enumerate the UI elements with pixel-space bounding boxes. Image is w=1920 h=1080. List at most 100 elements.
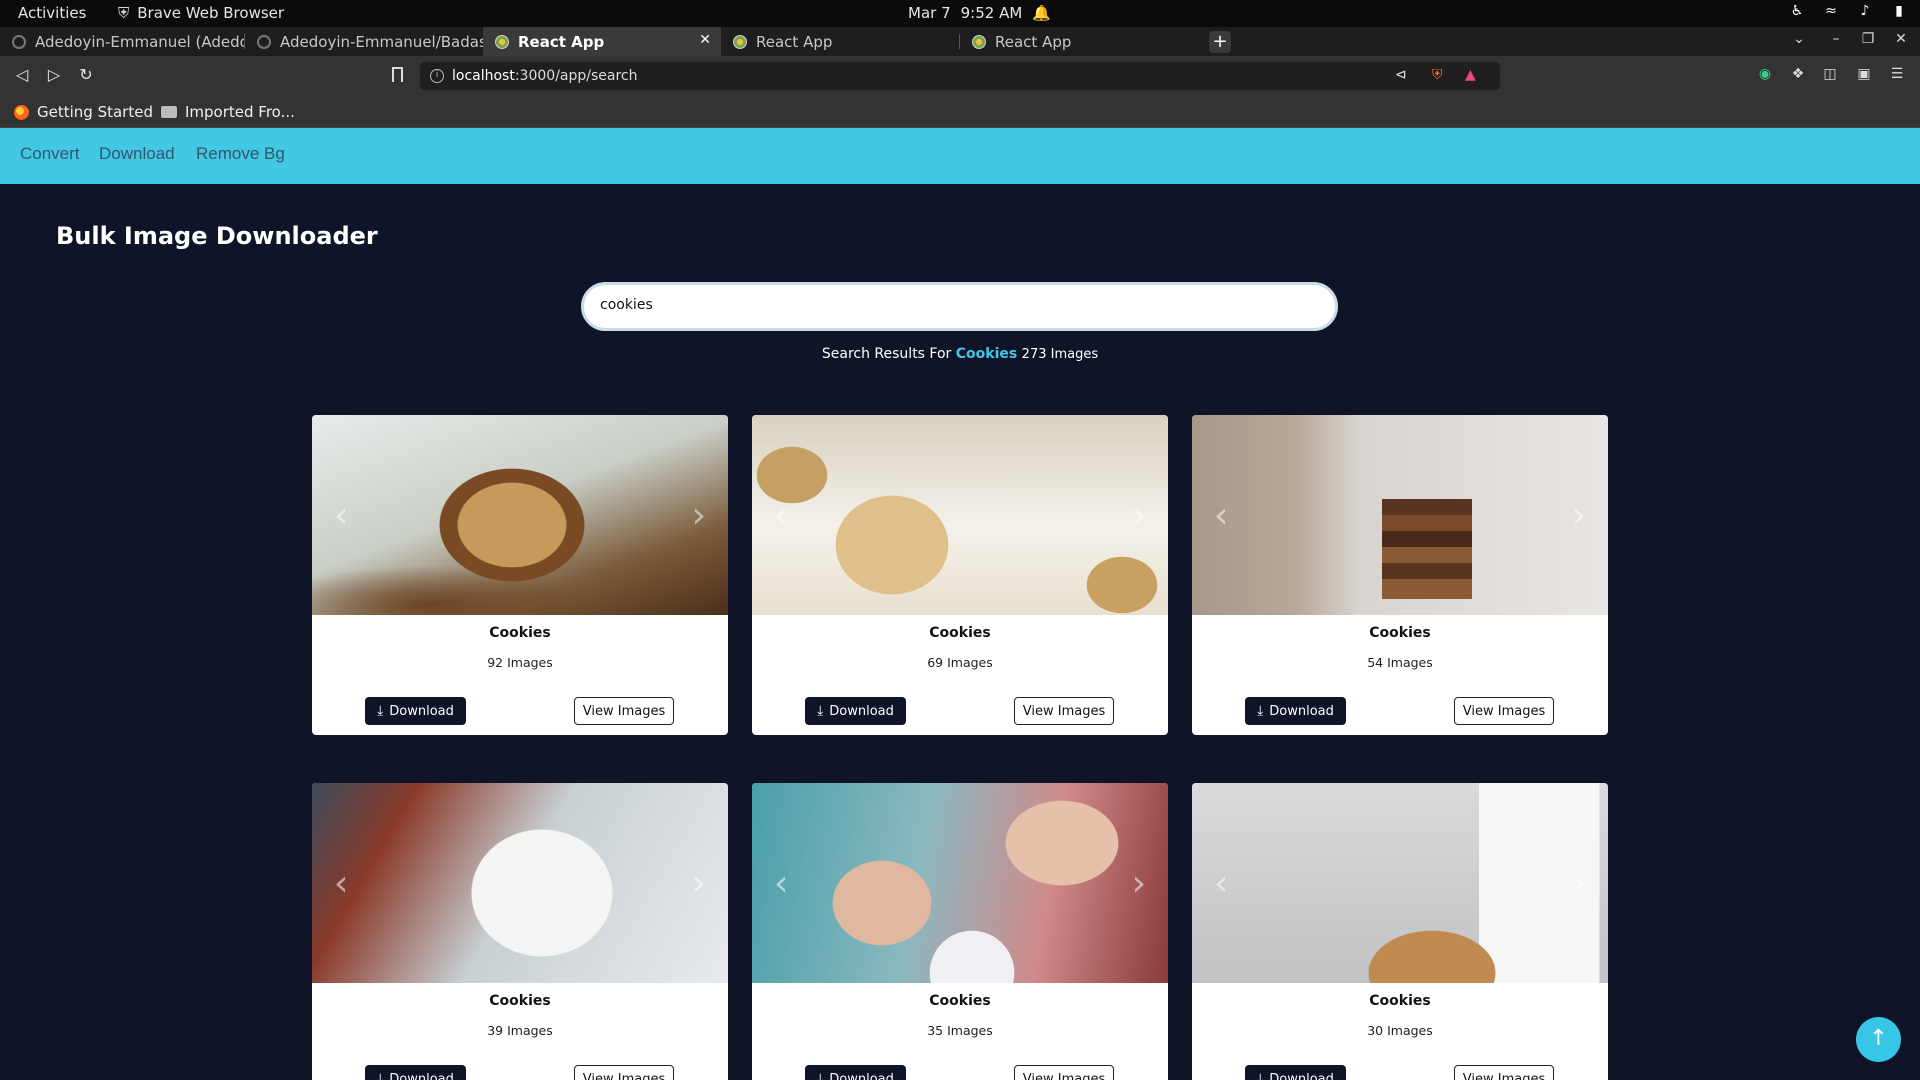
carousel-prev-icon[interactable]: ‹: [334, 495, 348, 536]
menu-icon[interactable]: ☰: [1888, 66, 1906, 84]
wallet-icon[interactable]: ▣: [1855, 66, 1873, 84]
nav-remove-bg[interactable]: Remove Bg: [196, 144, 285, 164]
view-images-button[interactable]: View Images: [1454, 697, 1554, 725]
view-images-button[interactable]: View Images: [574, 697, 674, 725]
bookmark-label: Getting Started: [37, 103, 153, 121]
card-image: [1192, 783, 1608, 983]
download-icon: ⤓: [817, 703, 824, 719]
search-input[interactable]: [600, 297, 1300, 313]
nav-download[interactable]: Download: [99, 144, 175, 164]
folder-icon: [161, 106, 177, 118]
view-images-button[interactable]: View Images: [574, 1065, 674, 1080]
activities-button[interactable]: Activities: [18, 4, 86, 22]
react-app-favicon-icon: [495, 34, 509, 49]
minimize-icon[interactable]: –: [1825, 31, 1847, 47]
card-image: [752, 415, 1168, 615]
card-image-count: 35 Images: [927, 1023, 993, 1038]
bookmark-page-icon[interactable]: [392, 67, 403, 82]
result-card: ‹ › Cookies 54 Images ⤓ Download View Ima…: [1192, 415, 1608, 735]
view-images-button[interactable]: View Images: [1014, 697, 1114, 725]
tab-title: Adedoyin-Emmanuel (Adedoy: [35, 32, 245, 51]
notification-bell-icon: 🔔: [1032, 4, 1051, 22]
result-card: ‹ › Cookies 30 Images ⤓ Download View Ima…: [1192, 783, 1608, 1080]
url-text[interactable]: localhost:3000/app/search: [452, 68, 637, 84]
close-window-icon[interactable]: ✕: [1890, 31, 1912, 47]
date: Mar 7: [908, 4, 951, 22]
result-card: ‹ › Cookies 35 Images ⤓ Download View Ima…: [752, 783, 1168, 1080]
search-box[interactable]: [581, 282, 1338, 331]
carousel-next-icon[interactable]: ›: [692, 495, 706, 536]
tab-github-repo[interactable]: Adedoyin-Emmanuel/Badass: [245, 27, 483, 56]
tab-react-app-3[interactable]: React App: [960, 27, 1199, 56]
sidebar-icon[interactable]: ◫: [1821, 66, 1839, 84]
download-icon: ⤓: [817, 1071, 824, 1080]
card-title: Cookies: [489, 993, 551, 1009]
card-image: [1192, 415, 1608, 615]
card-image-count: 30 Images: [1367, 1023, 1433, 1038]
extension-icon[interactable]: ◉: [1756, 66, 1774, 84]
app-name: Brave Web Browser: [137, 4, 285, 22]
card-image-count: 39 Images: [487, 1023, 553, 1038]
forward-icon[interactable]: ▷: [44, 65, 64, 84]
card-image-count: 54 Images: [1367, 655, 1433, 670]
result-card: ‹ › Cookies 39 Images ⤓ Download View Ima…: [312, 783, 728, 1080]
clock[interactable]: Mar 7 9:52 AM 🔔: [908, 4, 1051, 22]
bookmark-label: Imported Fro...: [185, 103, 295, 121]
tab-title: React App: [518, 32, 605, 51]
brave-rewards-icon[interactable]: ▲: [1465, 67, 1476, 83]
carousel-prev-icon[interactable]: ‹: [774, 495, 788, 536]
carousel-prev-icon[interactable]: ‹: [1214, 495, 1228, 536]
view-images-button[interactable]: View Images: [1014, 1065, 1114, 1080]
download-button[interactable]: ⤓ Download: [805, 697, 906, 725]
close-tab-icon[interactable]: ✕: [699, 32, 711, 48]
reload-icon[interactable]: ↻: [76, 65, 96, 84]
back-icon[interactable]: ◁: [12, 65, 32, 84]
system-tray[interactable]: ♿ ≈ ♪ ▮: [1788, 3, 1908, 19]
bookmarks-bar: Getting Started Imported Fro...: [0, 96, 1920, 128]
carousel-prev-icon[interactable]: ‹: [1214, 863, 1228, 904]
card-image-count: 92 Images: [487, 655, 553, 670]
download-icon: ⤓: [377, 703, 384, 719]
page-title: Bulk Image Downloader: [56, 222, 378, 250]
tab-react-app-active[interactable]: React App ✕: [483, 27, 721, 56]
carousel-prev-icon[interactable]: ‹: [774, 863, 788, 904]
scroll-to-top-button[interactable]: ↑: [1856, 1017, 1901, 1062]
download-button[interactable]: ⤓ Download: [1245, 1065, 1346, 1080]
brave-shields-icon[interactable]: ⛨: [1432, 67, 1443, 83]
browser-toolbar: ◁ ▷ ↻ i localhost:3000/app/search ⊲ ⛨ ▲ …: [0, 56, 1920, 96]
card-title: Cookies: [1369, 993, 1431, 1009]
results-count: 273 Images: [1021, 347, 1099, 362]
volume-icon: ♪: [1860, 3, 1870, 19]
share-icon[interactable]: ⊲: [1395, 67, 1407, 83]
bookmark-getting-started[interactable]: Getting Started: [14, 103, 153, 121]
tab-search-chevron-icon[interactable]: ⌄: [1788, 31, 1810, 47]
download-button[interactable]: ⤓ Download: [365, 1065, 466, 1080]
address-bar[interactable]: i localhost:3000/app/search ⊲ ⛨ ▲: [420, 62, 1500, 90]
restore-icon[interactable]: ❐: [1857, 31, 1879, 47]
carousel-next-icon[interactable]: ›: [1132, 863, 1146, 904]
brave-icon: ⛨: [118, 4, 130, 22]
download-button[interactable]: ⤓ Download: [1245, 697, 1346, 725]
results-prefix: Search Results For: [821, 346, 952, 362]
tab-strip: Adedoyin-Emmanuel (Adedoy Adedoyin-Emman…: [0, 27, 1920, 56]
download-button[interactable]: ⤓ Download: [805, 1065, 906, 1080]
download-button[interactable]: ⤓ Download: [365, 697, 466, 725]
carousel-next-icon[interactable]: ›: [692, 863, 706, 904]
app-menu[interactable]: ⛨ Brave Web Browser: [118, 4, 284, 22]
tab-github-profile[interactable]: Adedoyin-Emmanuel (Adedoy: [0, 27, 245, 56]
main-content: Bulk Image Downloader Search Results For…: [0, 184, 1920, 1080]
extensions-puzzle-icon[interactable]: ❖: [1789, 66, 1807, 84]
accessibility-icon: ♿: [1790, 3, 1804, 19]
carousel-next-icon[interactable]: ›: [1572, 863, 1586, 904]
nav-convert[interactable]: Convert: [20, 144, 80, 164]
site-info-icon[interactable]: i: [430, 69, 444, 83]
tab-react-app-2[interactable]: React App: [721, 27, 960, 56]
carousel-next-icon[interactable]: ›: [1132, 495, 1146, 536]
bookmark-imported-folder[interactable]: Imported Fro...: [161, 103, 295, 121]
download-icon: ⤓: [1257, 1071, 1264, 1080]
new-tab-button[interactable]: +: [1209, 31, 1231, 53]
view-images-button[interactable]: View Images: [1454, 1065, 1554, 1080]
card-title: Cookies: [929, 625, 991, 641]
carousel-prev-icon[interactable]: ‹: [334, 863, 348, 904]
carousel-next-icon[interactable]: ›: [1572, 495, 1586, 536]
